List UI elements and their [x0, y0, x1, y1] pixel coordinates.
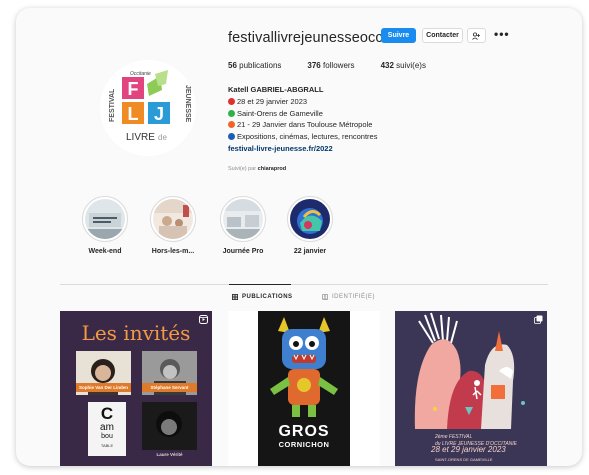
logo-text-festival: FESTIVAL	[109, 88, 116, 122]
bio-line: Expositions, cinémas, lectures, rencontr…	[228, 131, 377, 143]
followers-stat[interactable]: 376 followers	[307, 61, 354, 70]
book-letter: bou	[101, 433, 113, 440]
bio-website-link[interactable]: festival-livre-jeunesse.fr/2022	[228, 143, 377, 155]
book-letter: C	[100, 404, 114, 423]
poster-title-line1: GROS	[278, 423, 330, 440]
bio-line: 28 et 29 janvier 2023	[228, 96, 377, 108]
guest-photo	[142, 402, 197, 450]
profile-avatar[interactable]: Occitanie FESTIVAL JEUNESSE F L J LIVRE …	[100, 60, 196, 156]
highlight-label: 22 janvier	[293, 248, 327, 255]
book-poster: GROS CORNICHON	[258, 311, 350, 466]
highlight-week-end[interactable]: Week-end	[74, 196, 136, 255]
guest-name: Laure Vérité	[156, 452, 183, 457]
poster-date: 28 et 29 janvier 2023	[431, 445, 506, 454]
active-tab-indicator	[229, 284, 291, 285]
highlight-label: Hors-les-m...	[151, 248, 195, 255]
highlight-journee-pro[interactable]: Journée Pro	[212, 196, 274, 255]
highlight-22-janvier[interactable]: 22 janvier	[279, 196, 341, 255]
festival-logo: Occitanie FESTIVAL JEUNESSE F L J LIVRE …	[109, 70, 191, 143]
logo-text-de: de	[158, 133, 167, 142]
highlight-thumbnail	[290, 199, 330, 239]
publications-stat: 56 publications	[228, 61, 282, 70]
tabs-divider	[60, 284, 548, 285]
post-title: Les invités	[81, 321, 191, 345]
highlight-hors-les-murs[interactable]: Hors-les-m...	[142, 196, 204, 255]
guest-name: Stéphane Servant	[142, 383, 197, 392]
logo-letter-j: J	[154, 104, 164, 124]
poster-place: SAINT-ORENS DE GAMEVILLE	[435, 457, 493, 462]
book-letter: TABLE	[100, 443, 114, 448]
add-user-icon	[472, 31, 480, 40]
profile-bio: Katell GABRIEL-ABGRALL 28 et 29 janvier …	[228, 84, 377, 155]
post-gros-cornichon[interactable]: GROS CORNICHON	[228, 311, 380, 466]
profile-window: Occitanie FESTIVAL JEUNESSE F L J LIVRE …	[16, 8, 582, 466]
tagged-icon	[322, 294, 328, 300]
profile-username: festivallivrejeunesseocc	[228, 30, 383, 46]
blue-circle-icon	[228, 133, 235, 141]
bio-line: 21 - 29 Janvier dans Toulouse Métropole	[228, 119, 377, 131]
highlight-thumbnail	[153, 199, 193, 239]
grid-icon	[232, 294, 238, 300]
followed-by[interactable]: Suivi(e) par chiaraprod	[228, 166, 286, 172]
red-circle-icon	[228, 97, 235, 105]
green-circle-icon	[228, 109, 235, 117]
poster-title-line2: CORNICHON	[278, 440, 330, 449]
more-options-icon[interactable]: •••	[494, 27, 510, 41]
logo-letter-f: F	[128, 79, 139, 99]
guest-name: Sophie Van Der Linden	[76, 383, 131, 392]
highlight-thumbnail	[85, 199, 125, 239]
follow-button[interactable]: Suivre	[381, 28, 416, 43]
tab-publications[interactable]: PUBLICATIONS	[232, 294, 293, 300]
highlight-label: Journée Pro	[222, 248, 264, 255]
highlight-thumbnail	[223, 199, 263, 239]
logo-letter-l: L	[128, 104, 139, 124]
orange-circle-icon	[228, 121, 235, 129]
bio-line: Saint-Orens de Gameville	[228, 108, 377, 120]
highlight-label: Week-end	[88, 248, 122, 255]
following-stat[interactable]: 432 suivi(e)s	[381, 61, 426, 70]
bio-name: Katell GABRIEL-ABGRALL	[228, 85, 324, 94]
logo-text-livre: LIVRE	[126, 132, 155, 143]
book-cover: C am bou TABLE	[88, 402, 126, 456]
tab-tagged[interactable]: IDENTIFIÉ(E)	[322, 294, 375, 300]
logo-text-occitanie: Occitanie	[130, 71, 151, 77]
reel-icon	[199, 315, 208, 324]
monster-illustration	[270, 317, 338, 417]
logo-text-jeunesse: JEUNESSE	[184, 85, 191, 123]
suggest-users-button[interactable]	[467, 28, 486, 43]
post-festival-poster[interactable]: 2ème FESTIVAL du LIVRE JEUNESSE D'OCCITA…	[395, 311, 547, 466]
book-letter: am	[100, 422, 114, 433]
contact-button[interactable]: Contacter	[422, 28, 463, 43]
profile-stats: 56 publications 376 followers 432 suivi(…	[228, 61, 426, 70]
post-les-invites[interactable]: Les invités Sophie Van Der Linden Stépha…	[60, 311, 212, 466]
